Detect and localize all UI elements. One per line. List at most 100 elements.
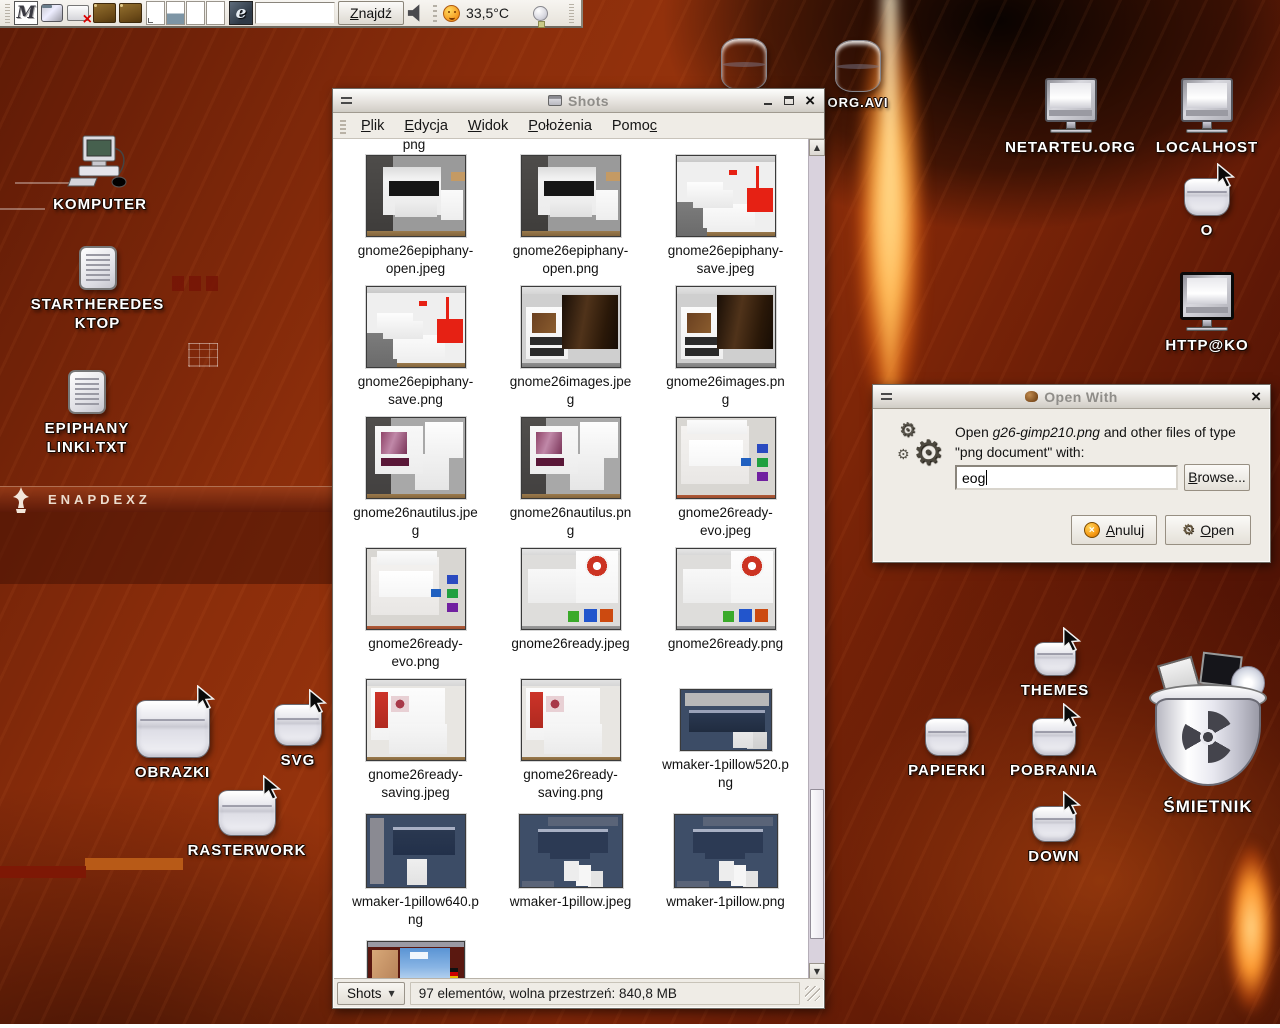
scrollbar-thumb[interactable] xyxy=(810,789,824,939)
menu-item[interactable]: Edycja xyxy=(394,115,458,137)
open-button[interactable]: ⚙ Open xyxy=(1165,515,1251,545)
display-settings-button[interactable] xyxy=(40,1,64,25)
file-thumbnail xyxy=(521,548,621,630)
application-input[interactable]: eog xyxy=(955,465,1178,490)
file-item[interactable]: gnome26ready.jpeg xyxy=(495,548,647,653)
menu-item[interactable]: Widok xyxy=(458,115,518,137)
workspace-1[interactable] xyxy=(146,1,165,25)
menu-item[interactable]: Plik xyxy=(351,115,394,137)
menubar-grip[interactable] xyxy=(340,118,346,134)
lightbulb-icon[interactable] xyxy=(533,6,548,21)
shots-titlebar[interactable]: Shots × xyxy=(333,89,824,113)
maximize-button[interactable] xyxy=(784,96,794,105)
desktop-icon-komputer[interactable]: KOMPUTER xyxy=(45,134,155,215)
desktop-icon-label: STARTHEREDES KTOP xyxy=(31,296,164,334)
file-item[interactable]: wmaker-1pillow640.p ng xyxy=(340,810,492,928)
file-thumbnail xyxy=(366,679,466,761)
file-item[interactable]: gnome26epiphany- open.png xyxy=(495,155,647,277)
find-button[interactable]: Znajdź xyxy=(338,1,404,25)
epiphany-launcher[interactable]: e xyxy=(229,1,253,25)
file-item[interactable]: gnome26epiphany- open.jpeg xyxy=(340,155,492,277)
file-item[interactable]: gnome26nautilus.pn g xyxy=(495,417,647,539)
file-item[interactable]: gnome26images.jpe g xyxy=(495,286,647,408)
file-item[interactable]: wmaker-1pillow520.p ng xyxy=(650,679,802,791)
file-item[interactable]: gnome26ready- evo.png xyxy=(340,548,492,670)
file-item[interactable]: wmaker-1pillow.jpeg xyxy=(495,810,647,911)
drawer-button-2[interactable] xyxy=(118,1,142,25)
window-menu-icon[interactable] xyxy=(341,97,352,104)
file-name: gnome26epiphany- open.jpeg xyxy=(358,242,474,277)
drawer-icon xyxy=(93,3,116,23)
workspace-2[interactable] xyxy=(166,1,185,25)
workspace-4[interactable] xyxy=(206,1,225,25)
file-item[interactable] xyxy=(340,941,492,980)
file-item[interactable]: wmaker-1pillow.png xyxy=(650,810,802,911)
desktop-icon-obrazki[interactable]: OBRAZKI xyxy=(110,700,235,783)
file-item[interactable]: gnome26ready- saving.png xyxy=(495,679,647,801)
network-monitor-icon xyxy=(1180,272,1234,320)
cylinder-icon xyxy=(835,40,881,92)
desktop-icon-smietnik[interactable]: ŚMIETNIK xyxy=(1138,658,1278,817)
file-item[interactable]: gnome26nautilus.jpe g xyxy=(340,417,492,539)
weather-smiley-icon[interactable] xyxy=(443,5,460,22)
menu-item[interactable]: Położenia xyxy=(518,115,602,137)
file-item[interactable]: gnome26images.pn g xyxy=(650,286,802,408)
epiphany-icon: e xyxy=(229,1,253,25)
menu-item[interactable]: Pomoc xyxy=(602,115,667,137)
close-button[interactable]: × xyxy=(805,96,815,106)
printer-error-icon xyxy=(67,5,89,21)
search-entry[interactable] xyxy=(255,2,335,24)
panel-grip[interactable] xyxy=(5,3,10,23)
desktop-icon-localhost[interactable]: LOCALHOST xyxy=(1148,78,1266,158)
minimize-button[interactable] xyxy=(763,96,773,106)
menu-bar: PlikEdycjaWidokPołożeniaPomoc xyxy=(333,113,824,139)
scroll-up-button[interactable]: ▲ xyxy=(809,139,825,156)
vertical-scrollbar[interactable]: ▲ ▼ xyxy=(808,139,825,980)
desktop-icon-unnamed[interactable] xyxy=(716,38,772,90)
file-item[interactable]: gnome26ready.png xyxy=(650,548,802,653)
panel-grip-right[interactable] xyxy=(569,3,574,23)
desktop-icon-papierki[interactable]: PAPIERKI xyxy=(906,718,988,781)
desktop-icon-rasterwork[interactable]: RASTERWORK xyxy=(192,790,302,861)
cursor-arrow-icon xyxy=(195,685,217,711)
window-icon xyxy=(548,95,562,106)
file-item[interactable]: gnome26ready- evo.jpeg xyxy=(650,417,802,539)
location-dropdown[interactable]: Shots ▼ xyxy=(337,982,405,1005)
desktop-icon-httpko[interactable]: HTTP@KO xyxy=(1148,272,1266,356)
desktop-icon-pobrania[interactable]: POBRANIA xyxy=(1012,718,1096,781)
file-name: gnome26ready.jpeg xyxy=(511,635,629,653)
desktop-icon-netarteu[interactable]: NETARTEU.ORG xyxy=(1008,78,1133,158)
browse-button[interactable]: Browse... xyxy=(1184,464,1250,491)
file-name: gnome26nautilus.pn g xyxy=(510,504,632,539)
file-thumbnail xyxy=(521,286,621,368)
file-item[interactable]: gnome26epiphany- save.jpeg xyxy=(650,155,802,277)
printer-button[interactable] xyxy=(66,1,90,25)
close-button[interactable]: × xyxy=(1251,392,1261,402)
wmaker-logo-button[interactable]: M xyxy=(14,1,38,25)
window-menu-icon[interactable] xyxy=(881,393,892,400)
workspace-3[interactable] xyxy=(186,1,205,25)
desktop-icon-themes[interactable]: THEMES xyxy=(1018,642,1092,701)
file-name: gnome26epiphany- save.png xyxy=(358,373,474,408)
resize-grip[interactable] xyxy=(805,986,820,1001)
desktop-icon-org-avi[interactable]: ORG.AVI xyxy=(824,40,892,111)
file-thumbnail xyxy=(367,941,465,980)
desktop-icon-epiphany-linki[interactable]: EPIPHANY LINKI.TXT xyxy=(22,370,152,458)
file-item[interactable]: gnome26ready- saving.jpeg xyxy=(340,679,492,801)
file-thumbnail xyxy=(366,548,466,630)
desktop-icon-o[interactable]: O xyxy=(1176,178,1238,241)
cancel-button[interactable]: × Anuluj xyxy=(1071,515,1157,545)
message-filename: g26-gimp210.png xyxy=(993,425,1100,440)
desktop-icon-label: RASTERWORK xyxy=(188,842,307,861)
speaker-icon[interactable] xyxy=(406,3,427,23)
desktop-icon-starthere[interactable]: STARTHEREDES KTOP xyxy=(25,246,170,334)
file-view[interactable]: png gnome26epiphany- open.jpeg gnome26ep… xyxy=(334,139,808,980)
desktop-icon-label: SVG xyxy=(281,752,316,771)
file-name: gnome26ready- evo.png xyxy=(368,635,463,670)
drawer-button-1[interactable] xyxy=(92,1,116,25)
desktop-icon-svg[interactable]: SVG xyxy=(262,704,334,771)
dialog-titlebar[interactable]: Open With × xyxy=(873,385,1270,409)
file-item[interactable]: gnome26epiphany- save.png xyxy=(340,286,492,408)
panel-separator xyxy=(433,4,437,22)
desktop-icon-down[interactable]: DOWN xyxy=(1016,806,1092,867)
